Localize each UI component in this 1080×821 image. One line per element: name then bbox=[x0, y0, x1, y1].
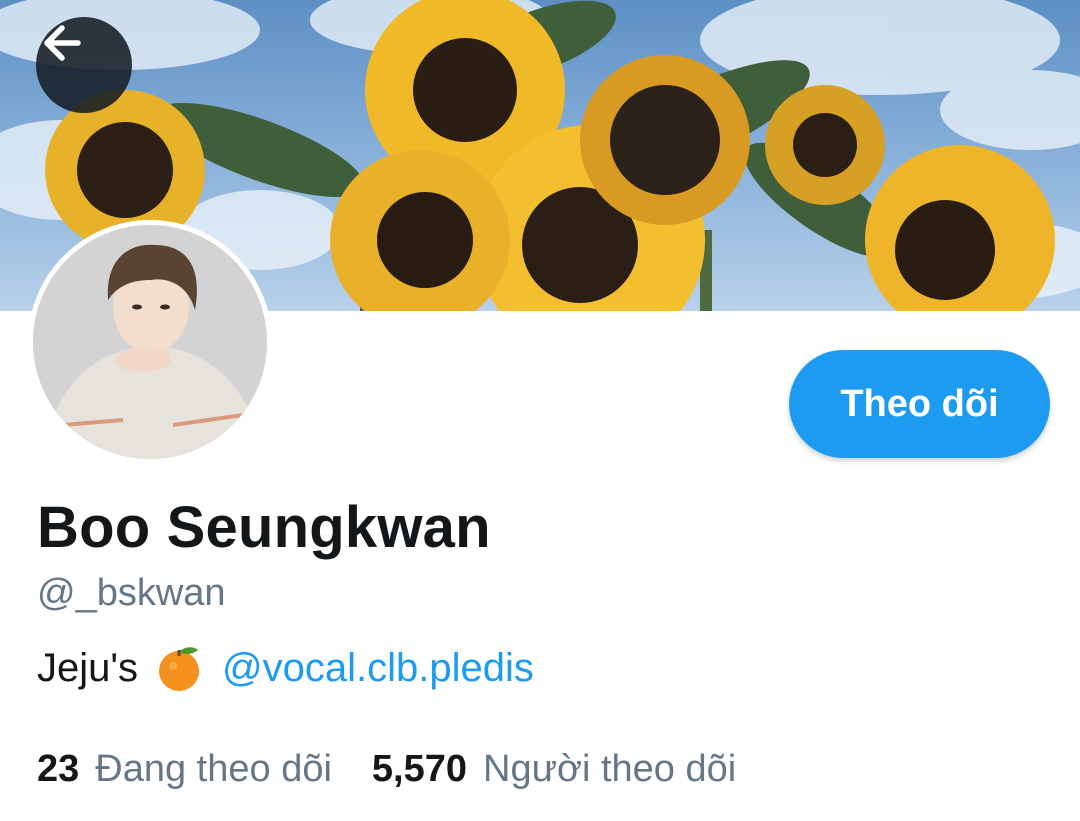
arrow-left-icon bbox=[44, 25, 81, 61]
bio-mention-link[interactable]: @vocal.clb.pledis bbox=[222, 646, 534, 691]
profile-page: Theo dõi Boo Seungkwan @_bskwan Jeju's @… bbox=[0, 0, 1080, 821]
user-handle: @_bskwan bbox=[37, 572, 226, 614]
follow-stats: 23 Đang theo dõi 5,570 Người theo dõi bbox=[37, 748, 736, 791]
followers-label: Người theo dõi bbox=[483, 748, 737, 790]
tangerine-icon bbox=[154, 643, 204, 693]
avatar[interactable] bbox=[28, 220, 272, 464]
following-stat[interactable]: 23 Đang theo dõi bbox=[37, 748, 332, 791]
follow-button[interactable]: Theo dõi bbox=[789, 350, 1050, 458]
following-label: Đang theo dõi bbox=[95, 748, 332, 790]
followers-count: 5,570 bbox=[371, 748, 468, 790]
profile-bio: Jeju's @vocal.clb.pledis bbox=[37, 643, 534, 693]
display-name: Boo Seungkwan bbox=[37, 495, 491, 560]
followers-stat[interactable]: 5,570 Người theo dõi bbox=[372, 748, 736, 791]
following-count: 23 bbox=[37, 748, 80, 790]
profile-photo bbox=[33, 225, 267, 459]
bio-text: Jeju's bbox=[37, 645, 139, 690]
back-button[interactable] bbox=[36, 17, 132, 113]
